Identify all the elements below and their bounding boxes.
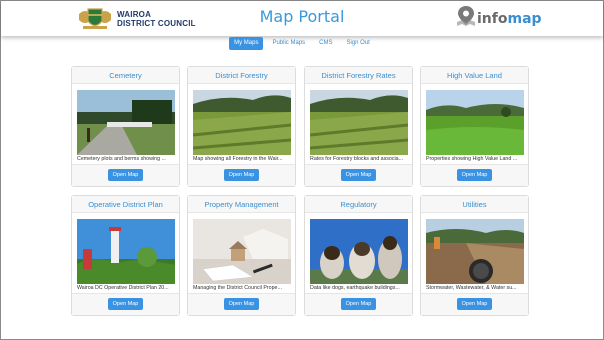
card-title[interactable]: Cemetery <box>72 67 179 84</box>
card-thumbnail[interactable] <box>77 90 175 155</box>
card-description: Data like dogs, earthquake buildings... <box>310 285 400 291</box>
card-title[interactable]: High Value Land <box>421 67 528 84</box>
open-map-button[interactable]: Open Map <box>108 169 143 181</box>
open-map-button[interactable]: Open Map <box>108 298 143 310</box>
card-thumbnail[interactable] <box>310 90 408 155</box>
nav-public-maps[interactable]: Public Maps <box>267 37 310 50</box>
map-card-district-forestry: District Forestry Map showing all Forest… <box>187 66 296 187</box>
map-card-regulatory: Regulatory Data like dogs, earthquake bu… <box>304 195 413 316</box>
card-title[interactable]: District Forestry Rates <box>305 67 412 84</box>
open-map-button[interactable]: Open Map <box>341 298 376 310</box>
brand-part2: map <box>507 10 542 27</box>
open-map-button[interactable]: Open Map <box>224 298 259 310</box>
site-header: WAIROA DISTRICT COUNCIL Map Portal infom… <box>1 1 603 36</box>
card-thumbnail[interactable] <box>426 219 524 284</box>
card-title[interactable]: Utilities <box>421 196 528 213</box>
nav-cms[interactable]: CMS <box>314 37 337 50</box>
card-description: Map showing all Forestry in the Wair... <box>193 156 283 162</box>
map-card-district-forestry-rates: District Forestry Rates Rates for Forest… <box>304 66 413 187</box>
nav-sign-out[interactable]: Sign Out <box>342 37 375 50</box>
map-card-high-value-land: High Value Land Properties showing High … <box>420 66 529 187</box>
card-description: Properties showing High Value Land ... <box>426 156 518 162</box>
top-nav: My Maps Public Maps CMS Sign Out <box>1 37 603 51</box>
card-title[interactable]: Regulatory <box>305 196 412 213</box>
card-thumbnail[interactable] <box>426 90 524 155</box>
map-card-property-management: Property Management Managing the Distric… <box>187 195 296 316</box>
open-map-button[interactable]: Open Map <box>224 169 259 181</box>
map-card-cemetery: Cemetery Cemetery plots and berms showin… <box>71 66 180 187</box>
card-thumbnail[interactable] <box>193 219 291 284</box>
card-description: Cemetery plots and berms showing ... <box>77 156 166 162</box>
card-title[interactable]: Property Management <box>188 196 295 213</box>
card-description: Managing the District Council Prope... <box>193 285 282 291</box>
open-map-button[interactable]: Open Map <box>457 298 492 310</box>
map-pin-icon <box>456 5 476 32</box>
brand-part1: info <box>477 10 508 27</box>
map-card-operative-district-plan: Operative District Plan Wairoa DC Operat… <box>71 195 180 316</box>
open-map-button[interactable]: Open Map <box>457 169 492 181</box>
infomap-logo: infomap <box>456 5 542 32</box>
map-card-utilities: Utilities Stormwater, Wastewater, & Wate… <box>420 195 529 316</box>
card-description: Wairoa DC Operative District Plan 20... <box>77 285 169 291</box>
card-title[interactable]: District Forestry <box>188 67 295 84</box>
card-title[interactable]: Operative District Plan <box>72 196 179 213</box>
card-thumbnail[interactable] <box>77 219 175 284</box>
open-map-button[interactable]: Open Map <box>341 169 376 181</box>
card-description: Rates for Forestry blocks and associa... <box>310 156 404 162</box>
card-description: Stormwater, Wastewater, & Water su... <box>426 285 517 291</box>
card-thumbnail[interactable] <box>193 90 291 155</box>
card-thumbnail[interactable] <box>310 219 408 284</box>
nav-my-maps[interactable]: My Maps <box>229 37 264 50</box>
